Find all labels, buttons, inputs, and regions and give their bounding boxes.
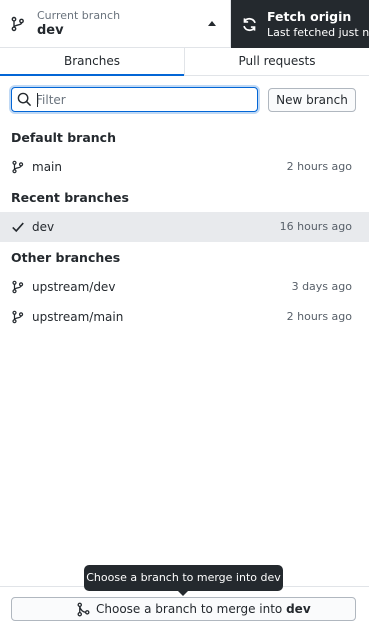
git-branch-icon [12, 160, 24, 174]
tab-bar: Branches Pull requests [0, 48, 369, 76]
current-branch-name: dev [37, 23, 64, 38]
branch-time: 2 hours ago [286, 160, 352, 173]
caret-up-icon [208, 21, 216, 26]
merge-label-prefix: Choose a branch to merge into [96, 602, 287, 616]
git-merge-icon [77, 602, 90, 617]
tab-branches[interactable]: Branches [0, 48, 184, 76]
branch-row-upstream-dev[interactable]: upstream/dev 3 days ago [0, 272, 369, 302]
tab-pull-requests[interactable]: Pull requests [184, 48, 369, 75]
merge-tooltip: Choose a branch to merge into dev [84, 565, 283, 596]
section-header-recent-branches: Recent branches [11, 190, 129, 205]
filter-field[interactable] [11, 87, 258, 112]
branch-time: 16 hours ago [279, 220, 352, 233]
merge-target-branch: dev [286, 602, 311, 616]
git-branch-icon [12, 280, 24, 294]
branch-name: dev [32, 220, 55, 234]
git-branch-icon [11, 16, 24, 32]
branch-row-dev[interactable]: dev 16 hours ago [0, 212, 369, 242]
section-header-other-branches: Other branches [11, 250, 121, 265]
branch-name: upstream/main [32, 310, 124, 324]
git-branch-icon [12, 310, 24, 324]
current-branch-button[interactable]: Current branch dev [0, 0, 231, 48]
branch-name: upstream/dev [32, 280, 116, 294]
fetch-origin-button[interactable]: Fetch origin Last fetched just now [231, 0, 369, 48]
branch-name: main [32, 160, 62, 174]
checkmark-icon [12, 222, 24, 233]
search-icon [17, 92, 32, 107]
text-cursor [37, 93, 38, 107]
sync-icon [243, 17, 256, 32]
toolbar: Current branch dev Fetch origin Last fet… [0, 0, 369, 48]
merge-branch-button[interactable]: Choose a branch to merge into dev [11, 597, 356, 621]
fetch-origin-description: Last fetched just now [267, 26, 369, 39]
section-header-default-branch: Default branch [11, 130, 116, 145]
branch-row-main[interactable]: main 2 hours ago [0, 152, 369, 182]
merge-button-label: Choose a branch to merge into dev [96, 602, 311, 616]
fetch-origin-title: Fetch origin [267, 9, 352, 24]
branch-time: 2 hours ago [286, 310, 352, 323]
filter-input[interactable] [36, 90, 251, 109]
branch-row-upstream-main[interactable]: upstream/main 2 hours ago [0, 302, 369, 332]
branch-time: 3 days ago [291, 280, 352, 293]
current-branch-description: Current branch [37, 9, 121, 22]
new-branch-button[interactable]: New branch [268, 88, 356, 112]
